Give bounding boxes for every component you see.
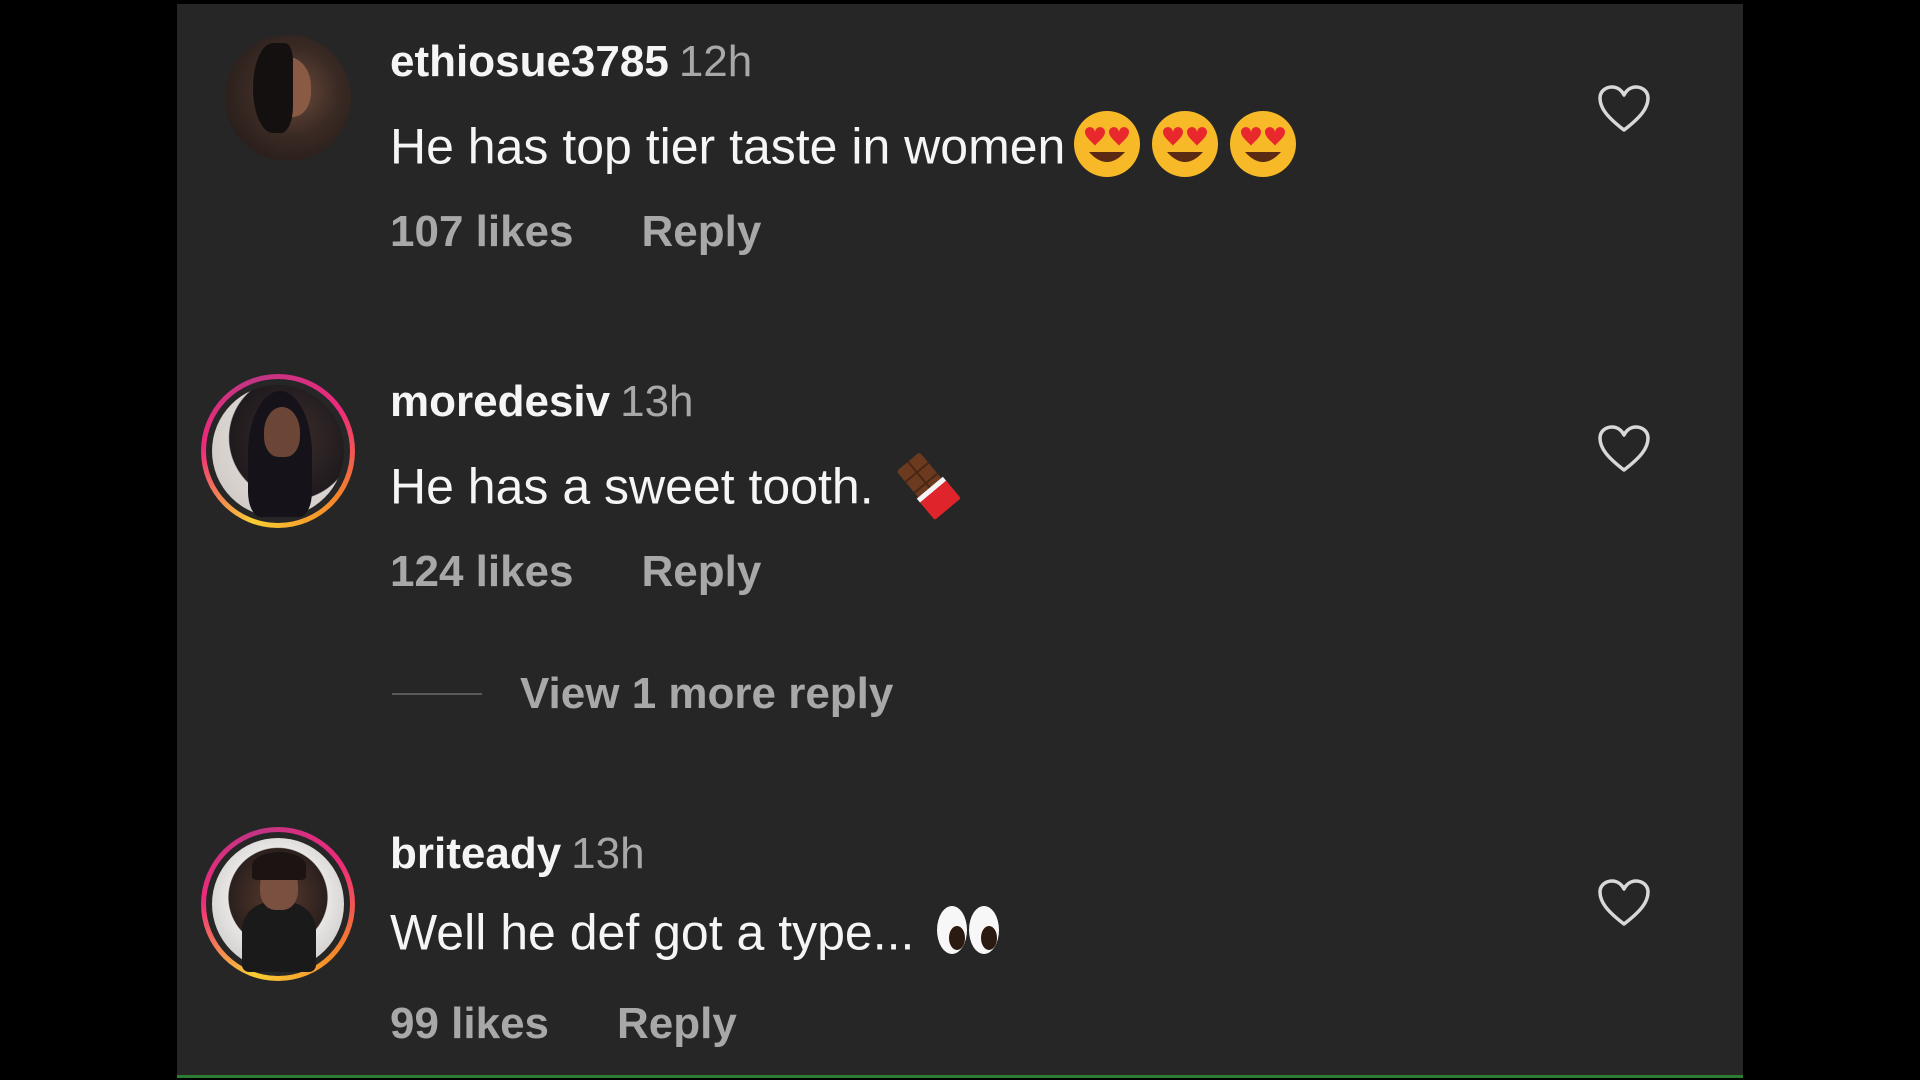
divider (392, 693, 482, 695)
comment-meta: 99 likes Reply (390, 998, 737, 1050)
comment-body: Well he def got a type... (390, 904, 915, 961)
comments-panel: ethiosue3785 12h He has top tier taste in… (177, 4, 1743, 1076)
comment-text: He has a sweet tooth. (390, 448, 964, 533)
avatar-face (264, 407, 300, 457)
comment-body: He has a sweet tooth. (390, 458, 874, 515)
comment-header: briteady 13h (390, 828, 645, 880)
chocolate-bar-emoji-icon (892, 448, 964, 533)
username[interactable]: briteady (390, 829, 561, 878)
like-heart-icon[interactable] (1597, 424, 1651, 474)
username[interactable]: moredesiv (390, 377, 610, 426)
timestamp: 13h (571, 829, 645, 878)
comment-body: He has top tier taste in women (390, 118, 1066, 175)
bottom-border (177, 1075, 1743, 1078)
heart-eyes-emoji-icon (1149, 108, 1221, 193)
comment-text: He has top tier taste in women (390, 108, 1299, 193)
avatar (212, 838, 344, 972)
reply-button[interactable]: Reply (617, 999, 737, 1048)
timestamp: 13h (620, 377, 694, 426)
reply-button[interactable]: Reply (642, 547, 762, 596)
avatar-story-ring[interactable] (201, 374, 355, 528)
eyes-emoji-icon (932, 900, 1004, 973)
avatar (212, 385, 344, 517)
likes-count[interactable]: 124 likes (390, 547, 574, 596)
comment-header: ethiosue3785 12h (390, 36, 752, 88)
timestamp: 12h (678, 37, 753, 86)
heart-eyes-emoji-icon (1227, 108, 1299, 193)
avatar-body (242, 902, 316, 972)
view-more-replies-label: View 1 more reply (520, 669, 894, 718)
username[interactable]: ethiosue3785 (390, 37, 669, 86)
avatar-story-ring[interactable] (201, 827, 355, 981)
like-heart-icon[interactable] (1597, 84, 1651, 134)
likes-count[interactable]: 107 likes (390, 207, 574, 256)
like-heart-icon[interactable] (1597, 878, 1651, 928)
heart-eyes-emoji-icon (1071, 108, 1143, 193)
view-more-replies-button[interactable]: View 1 more reply (392, 668, 893, 720)
comment-meta: 124 likes Reply (390, 546, 761, 598)
reply-button[interactable]: Reply (642, 207, 762, 256)
avatar-hair (252, 852, 306, 880)
avatar-hair (253, 43, 293, 133)
comment-header: moredesiv 13h (390, 376, 694, 428)
comment-meta: 107 likes Reply (390, 206, 761, 258)
avatar[interactable] (225, 35, 351, 161)
comment-text: Well he def got a type... (390, 900, 1004, 973)
likes-count[interactable]: 99 likes (390, 999, 549, 1048)
